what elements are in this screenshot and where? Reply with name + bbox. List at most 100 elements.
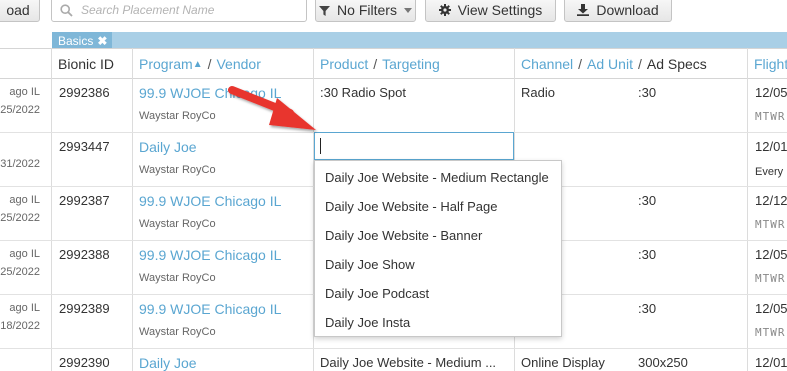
channel-name: Online Display [521,355,605,370]
date-line-1: ago IL [9,248,40,260]
column-group-band [52,32,787,48]
dropdown-option[interactable]: Daily Joe Website - Banner [315,221,561,250]
header-flight[interactable]: Flight [748,49,787,79]
filter-icon [319,5,331,16]
download-icon [577,4,590,16]
header-product-link[interactable]: Product [320,56,368,72]
sort-asc-icon: ▲ [192,58,203,70]
text-cursor [320,138,321,154]
product-suggestions-dropdown: Daily Joe Website - Medium Rectangle Dai… [314,160,562,337]
flight-date: 12/05/ [755,247,787,262]
caret-down-icon [403,7,412,13]
dropdown-option[interactable]: Daily Joe Podcast [315,279,561,308]
program-link[interactable]: Daily Joe [139,355,197,371]
basics-group-tag[interactable]: Basics ✖ [52,32,113,48]
search-icon [60,3,73,17]
date-line-2: 25/2022 [0,104,40,116]
header-separator: / [578,56,583,72]
dropdown-option[interactable]: Daily Joe Website - Medium Rectangle [315,163,561,192]
search-box[interactable] [51,0,307,22]
header-ad-specs-label: Ad Specs [646,56,707,72]
flight-date: 12/05/ [755,85,787,100]
view-settings-button[interactable]: View Settings [425,0,556,22]
header-channel-link[interactable]: Channel [521,56,573,72]
dropdown-option[interactable]: Daily Joe Insta [315,308,561,337]
flight-date: 12/05/ [755,301,787,316]
date-line-1: ago IL [9,86,40,98]
flight-date: 12/01/ [755,355,787,370]
filters-button[interactable]: No Filters [315,0,416,22]
program-link[interactable]: 99.9 WJOE Chicago IL [139,247,281,263]
bionic-id: 2992386 [59,85,110,100]
dropdown-option[interactable]: Daily Joe Show [315,250,561,279]
search-input[interactable] [81,3,301,17]
ad-spec: 300x250 [638,355,688,370]
date-line-2: 25/2022 [0,266,40,278]
product-name[interactable]: Daily Joe Website - Medium ... [320,355,496,370]
program-link[interactable]: 99.9 WJOE Chicago IL [139,85,281,101]
flight-days: MTWR [755,272,786,285]
ad-spec: :30 [638,301,657,316]
basics-label: Basics [58,33,94,48]
bionic-id: 2992387 [59,193,110,208]
product-name[interactable]: :30 Radio Spot [320,85,406,100]
vendor-name: Waystar RoyCo [139,218,216,230]
header-ad-unit-link[interactable]: Ad Unit [587,56,633,72]
header-flight-link[interactable]: Flight [754,56,787,72]
header-vendor-link[interactable]: Vendor [216,56,260,72]
header-separator: / [207,56,212,72]
date-cell: ago IL 25/2022 [0,191,51,227]
date-line-1: ago IL [9,194,40,206]
date-line-2: 18/2022 [0,320,40,332]
header-separator: / [373,56,378,72]
header-bionic-id-label: Bionic ID [58,56,115,72]
table-header: Bionic ID Program ▲ / Vendor Product / Ta… [0,48,787,79]
program-link[interactable]: Daily Joe [139,139,197,155]
flight-days: MTWR [755,218,786,231]
download-label: Download [596,2,659,18]
header-separator: / [637,56,642,72]
bionic-id: 2992390 [59,355,110,370]
program-link[interactable]: 99.9 WJOE Chicago IL [139,301,281,317]
close-icon[interactable]: ✖ [97,34,107,48]
product-edit-input[interactable] [314,132,514,160]
date-line-2: 31/2022 [0,158,40,170]
table-row[interactable]: ago IL 25/2022 2992386 99.9 WJOE Chicago… [0,79,787,133]
view-settings-label: View Settings [457,2,543,18]
ad-spec: :30 [638,85,657,100]
date-line-1: ago IL [9,302,40,314]
header-program-link[interactable]: Program [139,56,193,72]
date-cell: ago IL 25/2022 [0,245,51,281]
download-button[interactable]: Download [564,0,672,22]
table-row[interactable]: 2992390 Daily Joe Daily Joe Website - Me… [0,349,787,371]
gear-icon [438,4,451,16]
header-program-vendor: Program ▲ / Vendor [133,49,314,79]
date-line-2: 25/2022 [0,212,40,224]
flight-date: 12/01/ [755,139,787,154]
date-cell: ago IL 18/2022 [0,299,51,335]
date-cell: 31/2022 [0,155,51,173]
load-button-label: oad [6,2,30,18]
bionic-id: 2993447 [59,139,110,154]
vendor-name: Waystar RoyCo [139,272,216,284]
flight-days: MTWR [755,326,786,339]
flight-days: MTWR [755,110,786,123]
vendor-name: Waystar RoyCo [139,164,216,176]
load-button[interactable]: oad [0,0,40,22]
ad-spec: :30 [638,247,657,262]
dropdown-option[interactable]: Daily Joe Website - Half Page [315,192,561,221]
flight-date: 12/12/ [755,193,787,208]
vendor-name: Waystar RoyCo [139,110,216,122]
ad-spec: :30 [638,193,657,208]
channel-name: Radio [521,85,555,100]
vendor-name: Waystar RoyCo [139,326,216,338]
header-targeting-link[interactable]: Targeting [382,56,440,72]
flight-days: Every D [755,166,787,178]
bionic-id: 2992389 [59,301,110,316]
header-bionic-id[interactable]: Bionic ID [52,49,133,79]
toolbar: oad No Filters View Settings [0,0,787,31]
filters-button-label: No Filters [337,2,397,18]
header-channel-adunit-specs: Channel / Ad Unit / Ad Specs [515,49,748,79]
bionic-id: 2992388 [59,247,110,262]
program-link[interactable]: 99.9 WJOE Chicago IL [139,193,281,209]
